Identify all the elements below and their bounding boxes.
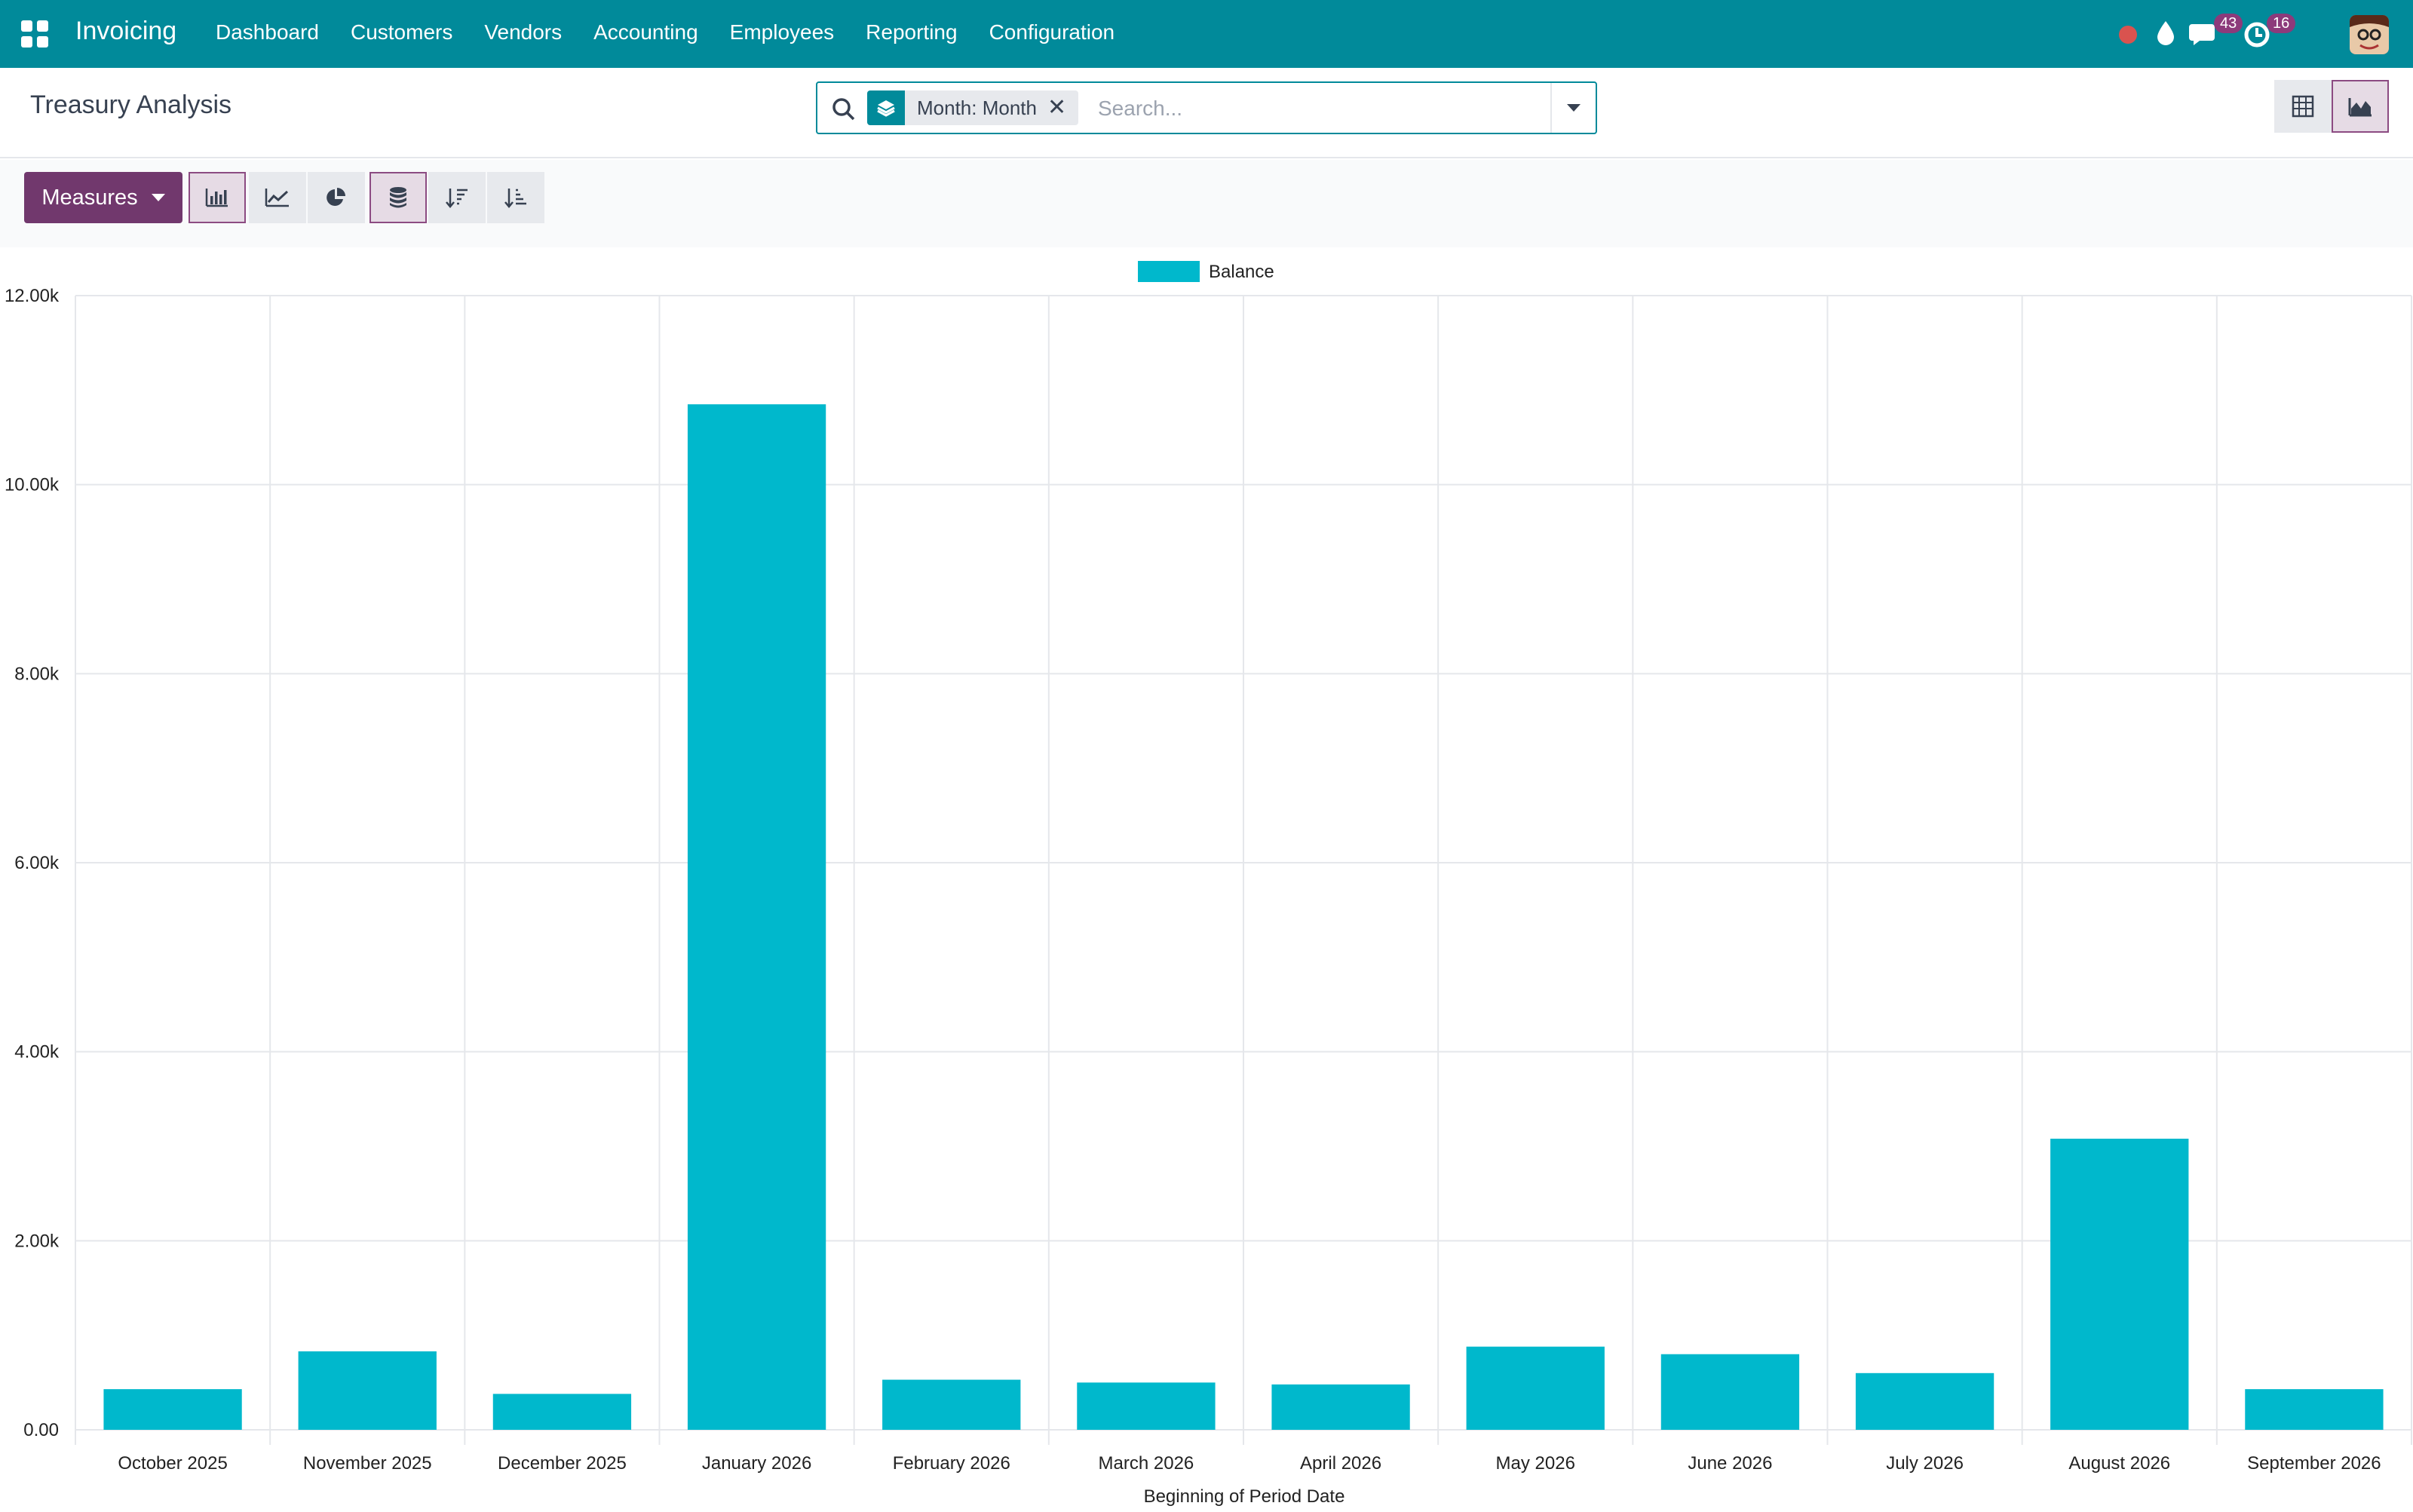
menu-item-reporting[interactable]: Reporting	[866, 20, 957, 44]
menu-item-customers[interactable]: Customers	[351, 20, 452, 44]
graph-view-button[interactable]	[2332, 80, 2389, 133]
line-chart-icon	[265, 189, 289, 207]
sort-descending-button[interactable]	[428, 172, 486, 223]
x-tick-label: January 2026	[702, 1453, 811, 1474]
bar-january-2026[interactable]	[687, 404, 826, 1430]
graph-toolbar: Measures	[0, 160, 2413, 247]
facet-remove-icon[interactable]: ✕	[1047, 90, 1078, 125]
x-tick-label: February 2026	[893, 1453, 1010, 1474]
stacked-button[interactable]	[369, 172, 427, 223]
database-stack-icon	[390, 187, 406, 208]
main-menu: Dashboard Customers Vendors Accounting E…	[216, 20, 1146, 44]
pie-chart-button[interactable]	[308, 172, 365, 223]
y-tick-label: 4.00k	[14, 1042, 60, 1063]
y-tick-label: 0.00	[23, 1420, 59, 1440]
x-tick-label: April 2026	[1300, 1453, 1381, 1474]
facet-label: Month: Month	[917, 97, 1037, 119]
apps-menu-icon[interactable]	[21, 20, 48, 48]
legend-swatch-balance[interactable]	[1138, 261, 1200, 282]
x-tick-label: September 2026	[2247, 1453, 2381, 1474]
bar-december-2025[interactable]	[492, 1394, 632, 1430]
y-tick-label: 10.00k	[5, 475, 60, 495]
bar-chart: 0.00 2.00k 4.00k 6.00k 8.00k 10.00k 12.00k Octo…	[5, 261, 2412, 1507]
bar-march-2026[interactable]	[1077, 1382, 1216, 1430]
bar-november-2025[interactable]	[298, 1351, 437, 1430]
pie-chart-icon	[327, 188, 345, 206]
bar-april-2026[interactable]	[1271, 1384, 1410, 1430]
table-icon	[2292, 95, 2314, 118]
bar-chart-button[interactable]	[189, 172, 246, 223]
page-title: Treasury Analysis	[30, 90, 232, 119]
control-panel: Treasury Analysis Month: Month ✕	[0, 68, 2413, 158]
measures-label: Measures	[41, 185, 138, 210]
menu-item-employees[interactable]: Employees	[730, 20, 835, 44]
x-axis-title: Beginning of Period Date	[1144, 1486, 1345, 1507]
view-switcher	[2274, 80, 2389, 133]
menu-item-vendors[interactable]: Vendors	[484, 20, 562, 44]
y-tick-label: 8.00k	[14, 664, 60, 684]
bar-july-2026[interactable]	[1855, 1372, 1994, 1430]
x-tick-label: December 2025	[498, 1453, 627, 1474]
sort-ascending-button[interactable]	[487, 172, 544, 223]
search-options-toggle[interactable]	[1550, 83, 1596, 133]
menu-item-configuration[interactable]: Configuration	[989, 20, 1115, 44]
y-tick-label: 6.00k	[14, 853, 60, 873]
sort-descending-icon	[446, 189, 468, 208]
area-chart-icon	[2348, 98, 2372, 117]
bar-may-2026[interactable]	[1466, 1346, 1605, 1430]
menu-item-accounting[interactable]: Accounting	[593, 20, 698, 44]
top-navbar: Invoicing Dashboard Customers Vendors Ac…	[0, 0, 2413, 68]
group-by-layers-icon	[867, 90, 905, 125]
bar-february-2026[interactable]	[882, 1379, 1021, 1430]
x-tick-label: March 2026	[1099, 1453, 1194, 1474]
activities-badge: 16	[2267, 14, 2296, 33]
x-tick-label: May 2026	[1496, 1453, 1575, 1474]
x-tick-label: July 2026	[1886, 1453, 1964, 1474]
x-tick-label: November 2025	[303, 1453, 432, 1474]
chevron-down-icon	[1567, 104, 1581, 112]
caret-down-icon	[151, 194, 165, 201]
graph-container: 0.00 2.00k 4.00k 6.00k 8.00k 10.00k 12.00k Octo…	[0, 247, 2413, 1508]
x-tick-label: August 2026	[2068, 1453, 2170, 1474]
search-input[interactable]	[1098, 92, 1535, 125]
messages-badge: 43	[2214, 14, 2243, 33]
droplet-icon[interactable]	[2155, 20, 2176, 47]
user-avatar[interactable]	[2350, 15, 2389, 54]
bar-august-2026[interactable]	[2050, 1138, 2189, 1430]
search-icon	[832, 98, 855, 121]
search-bar[interactable]: Month: Month ✕	[816, 81, 1597, 134]
pivot-view-button[interactable]	[2274, 80, 2332, 133]
y-tick-label: 2.00k	[14, 1231, 60, 1251]
record-icon[interactable]	[2119, 26, 2137, 44]
measures-dropdown-button[interactable]: Measures	[24, 172, 182, 223]
bar-june-2026[interactable]	[1660, 1354, 1800, 1430]
legend-label-balance[interactable]: Balance	[1209, 262, 1274, 282]
search-facet: Month: Month ✕	[867, 90, 1079, 125]
menu-item-dashboard[interactable]: Dashboard	[216, 20, 319, 44]
bar-chart-icon	[205, 189, 228, 207]
y-tick-label: 12.00k	[5, 286, 60, 306]
app-brand[interactable]: Invoicing	[75, 17, 176, 46]
bar-september-2026[interactable]	[2245, 1389, 2384, 1430]
line-chart-button[interactable]	[249, 172, 306, 223]
systray: 43 16	[2119, 0, 2413, 68]
x-tick-label: October 2025	[118, 1453, 227, 1474]
x-tick-label: June 2026	[1688, 1453, 1772, 1474]
sort-ascending-icon	[504, 189, 526, 208]
bar-october-2025[interactable]	[103, 1389, 242, 1430]
